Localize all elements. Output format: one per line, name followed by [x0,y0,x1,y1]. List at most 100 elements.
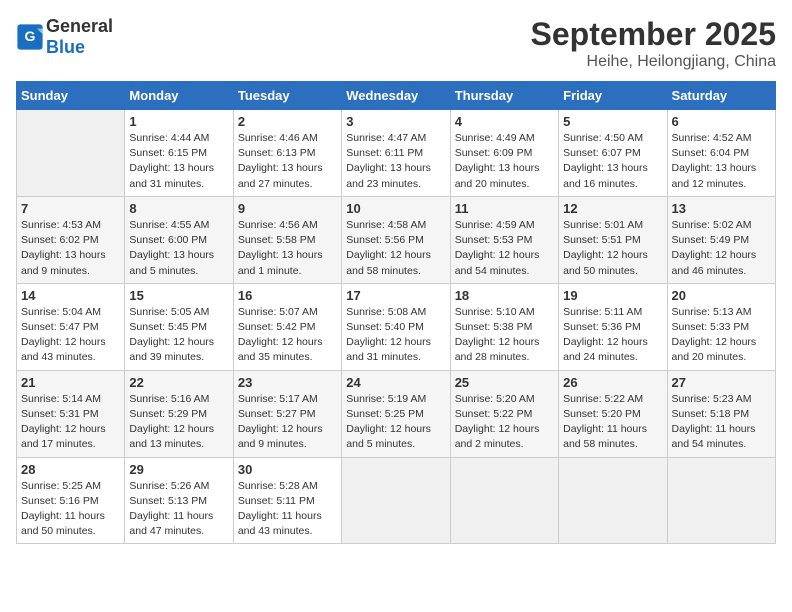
header: G General Blue September 2025 Heihe, Hei… [16,16,776,71]
calendar-cell: 9 Sunrise: 4:56 AMSunset: 5:58 PMDaylight… [233,196,341,283]
day-number: 10 [346,201,445,216]
day-info: Sunrise: 5:17 AMSunset: 5:27 PMDaylight:… [238,392,337,453]
calendar-cell: 17Sunrise: 5:08 AMSunset: 5:40 PMDayligh… [342,283,450,370]
day-info: Sunrise: 5:07 AMSunset: 5:42 PMDaylight:… [238,305,337,366]
weekday-header-saturday: Saturday [667,82,775,110]
calendar-cell: 30Sunrise: 5:28 AMSunset: 5:11 PMDayligh… [233,457,341,544]
day-number: 20 [672,288,771,303]
calendar-cell: 27 Sunrise: 5:23 AMSunset: 5:18 PMDayligh… [667,370,775,457]
day-info: Sunrise: 4:52 AMSunset: 6:04 PMDaylight:… [672,131,771,192]
calendar-week-5: 28 Sunrise: 5:25 AMSunset: 5:16 PMDayligh… [17,457,776,544]
calendar-week-3: 14Sunrise: 5:04 AMSunset: 5:47 PMDayligh… [17,283,776,370]
calendar-cell: 7 Sunrise: 4:53 AMSunset: 6:02 PMDaylight… [17,196,125,283]
calendar-cell [342,457,450,544]
day-number: 23 [238,375,337,390]
day-number: 25 [455,375,554,390]
calendar-cell: 3 Sunrise: 4:47 AMSunset: 6:11 PMDaylight… [342,110,450,197]
day-number: 2 [238,114,337,129]
calendar-cell [17,110,125,197]
day-number: 27 [672,375,771,390]
day-info: Sunrise: 5:20 AMSunset: 5:22 PMDaylight:… [455,392,554,453]
day-info: Sunrise: 5:01 AMSunset: 5:51 PMDaylight:… [563,218,662,279]
day-number: 7 [21,201,120,216]
day-info: Sunrise: 4:53 AMSunset: 6:02 PMDaylight:… [21,218,120,279]
day-number: 1 [129,114,228,129]
day-info: Sunrise: 4:58 AMSunset: 5:56 PMDaylight:… [346,218,445,279]
calendar-cell: 22 Sunrise: 5:16 AMSunset: 5:29 PMDayligh… [125,370,233,457]
calendar-cell: 20 Sunrise: 5:13 AMSunset: 5:33 PMDayligh… [667,283,775,370]
logo-blue-text: Blue [46,37,85,57]
day-number: 11 [455,201,554,216]
calendar-cell [559,457,667,544]
day-info: Sunrise: 4:50 AMSunset: 6:07 PMDaylight:… [563,131,662,192]
calendar-table: SundayMondayTuesdayWednesdayThursdayFrid… [16,81,776,544]
logo-general-text: General [46,16,113,36]
day-info: Sunrise: 5:05 AMSunset: 5:45 PMDaylight:… [129,305,228,366]
calendar-cell [450,457,558,544]
day-info: Sunrise: 5:08 AMSunset: 5:40 PMDaylight:… [346,305,445,366]
title-block: September 2025 Heihe, Heilongjiang, Chin… [531,16,776,71]
calendar-cell: 10 Sunrise: 4:58 AMSunset: 5:56 PMDayligh… [342,196,450,283]
day-info: Sunrise: 5:23 AMSunset: 5:18 PMDaylight:… [672,392,771,453]
day-number: 6 [672,114,771,129]
location: Heihe, Heilongjiang, China [531,53,776,71]
day-number: 24 [346,375,445,390]
day-info: Sunrise: 5:02 AMSunset: 5:49 PMDaylight:… [672,218,771,279]
day-number: 3 [346,114,445,129]
day-number: 4 [455,114,554,129]
calendar-cell: 6 Sunrise: 4:52 AMSunset: 6:04 PMDaylight… [667,110,775,197]
day-info: Sunrise: 5:04 AMSunset: 5:47 PMDaylight:… [21,305,120,366]
calendar-cell: 2Sunrise: 4:46 AMSunset: 6:13 PMDaylight… [233,110,341,197]
day-info: Sunrise: 4:55 AMSunset: 6:00 PMDaylight:… [129,218,228,279]
calendar-cell: 21 Sunrise: 5:14 AMSunset: 5:31 PMDayligh… [17,370,125,457]
weekday-header-friday: Friday [559,82,667,110]
day-number: 9 [238,201,337,216]
day-info: Sunrise: 5:25 AMSunset: 5:16 PMDaylight:… [21,479,120,540]
calendar-cell: 14Sunrise: 5:04 AMSunset: 5:47 PMDayligh… [17,283,125,370]
calendar-cell: 13 Sunrise: 5:02 AMSunset: 5:49 PMDayligh… [667,196,775,283]
calendar-cell: 23 Sunrise: 5:17 AMSunset: 5:27 PMDayligh… [233,370,341,457]
calendar-week-2: 7 Sunrise: 4:53 AMSunset: 6:02 PMDaylight… [17,196,776,283]
day-info: Sunrise: 4:49 AMSunset: 6:09 PMDaylight:… [455,131,554,192]
day-info: Sunrise: 4:44 AMSunset: 6:15 PMDaylight:… [129,131,228,192]
day-info: Sunrise: 5:10 AMSunset: 5:38 PMDaylight:… [455,305,554,366]
calendar-cell: 4 Sunrise: 4:49 AMSunset: 6:09 PMDaylight… [450,110,558,197]
day-number: 8 [129,201,228,216]
weekday-header-tuesday: Tuesday [233,82,341,110]
calendar-cell: 19Sunrise: 5:11 AMSunset: 5:36 PMDayligh… [559,283,667,370]
logo: G General Blue [16,16,113,58]
day-info: Sunrise: 4:59 AMSunset: 5:53 PMDaylight:… [455,218,554,279]
day-number: 5 [563,114,662,129]
day-info: Sunrise: 4:56 AMSunset: 5:58 PMDaylight:… [238,218,337,279]
calendar-cell: 24 Sunrise: 5:19 AMSunset: 5:25 PMDayligh… [342,370,450,457]
calendar-cell: 12 Sunrise: 5:01 AMSunset: 5:51 PMDayligh… [559,196,667,283]
day-number: 30 [238,462,337,477]
day-info: Sunrise: 5:14 AMSunset: 5:31 PMDaylight:… [21,392,120,453]
logo-icon: G [16,23,44,51]
weekday-header-row: SundayMondayTuesdayWednesdayThursdayFrid… [17,82,776,110]
day-number: 13 [672,201,771,216]
day-number: 18 [455,288,554,303]
month-year: September 2025 [531,16,776,53]
day-number: 22 [129,375,228,390]
calendar-week-4: 21 Sunrise: 5:14 AMSunset: 5:31 PMDayligh… [17,370,776,457]
day-number: 12 [563,201,662,216]
calendar-cell [667,457,775,544]
weekday-header-thursday: Thursday [450,82,558,110]
day-number: 21 [21,375,120,390]
day-info: Sunrise: 5:16 AMSunset: 5:29 PMDaylight:… [129,392,228,453]
calendar-cell: 16 Sunrise: 5:07 AMSunset: 5:42 PMDayligh… [233,283,341,370]
day-number: 28 [21,462,120,477]
day-number: 19 [563,288,662,303]
day-info: Sunrise: 5:13 AMSunset: 5:33 PMDaylight:… [672,305,771,366]
calendar-cell: 18 Sunrise: 5:10 AMSunset: 5:38 PMDayligh… [450,283,558,370]
day-info: Sunrise: 5:19 AMSunset: 5:25 PMDaylight:… [346,392,445,453]
calendar-cell: 1 Sunrise: 4:44 AMSunset: 6:15 PMDaylight… [125,110,233,197]
day-info: Sunrise: 5:26 AMSunset: 5:13 PMDaylight:… [129,479,228,540]
day-info: Sunrise: 4:47 AMSunset: 6:11 PMDaylight:… [346,131,445,192]
day-number: 29 [129,462,228,477]
weekday-header-monday: Monday [125,82,233,110]
calendar-cell: 25 Sunrise: 5:20 AMSunset: 5:22 PMDayligh… [450,370,558,457]
calendar-cell: 5 Sunrise: 4:50 AMSunset: 6:07 PMDaylight… [559,110,667,197]
day-number: 16 [238,288,337,303]
